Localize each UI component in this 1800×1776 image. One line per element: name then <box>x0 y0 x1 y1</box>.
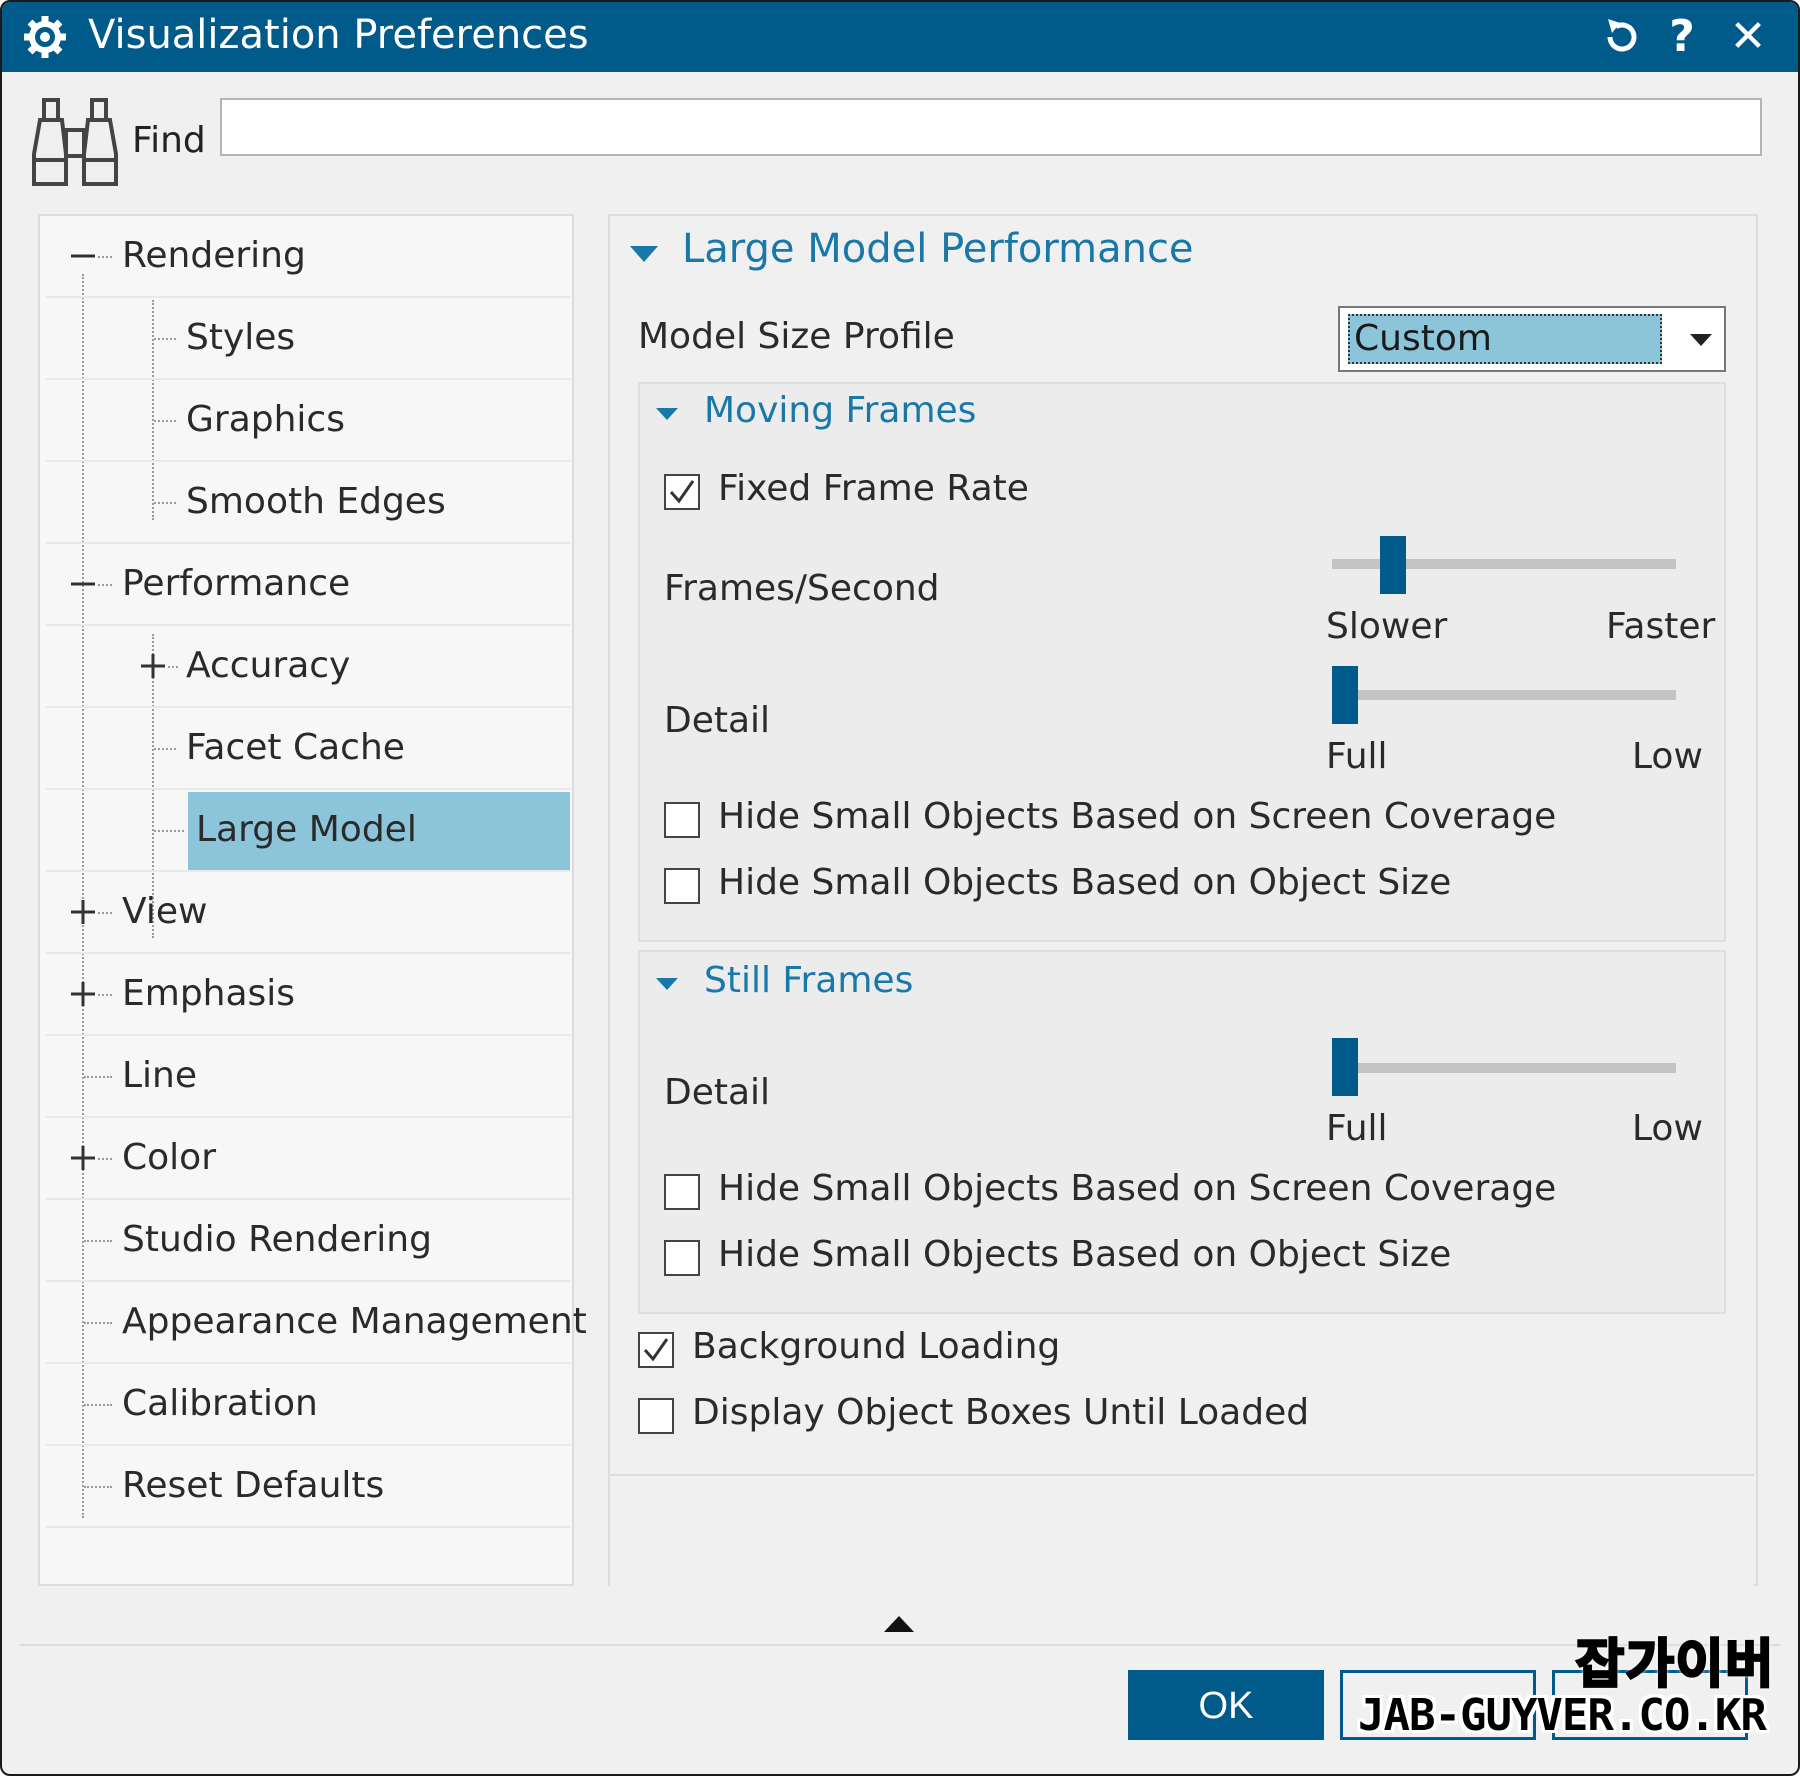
tree-label: Calibration <box>122 1383 318 1424</box>
tree-item-accuracy[interactable]: Accuracy <box>46 626 570 708</box>
checkmark-icon <box>669 480 695 504</box>
moving-hide-object-size-checkbox[interactable] <box>664 868 700 904</box>
help-button[interactable]: ? <box>1654 8 1710 66</box>
selected-value: Custom <box>1348 314 1662 364</box>
model-size-profile-label: Model Size Profile <box>638 316 955 357</box>
help-icon: ? <box>1669 11 1695 62</box>
visualization-preferences-dialog: Visualization Preferences ? ✕ Find Rende… <box>0 0 1800 1776</box>
close-icon: ✕ <box>1729 11 1767 62</box>
tree-label: Performance <box>122 563 351 604</box>
reset-icon <box>1607 19 1637 52</box>
tree-item-reset-defaults[interactable]: Reset Defaults <box>46 1446 570 1528</box>
section-collapse-icon[interactable] <box>630 246 658 262</box>
binoculars-icon <box>32 98 118 186</box>
expand-plus-icon[interactable] <box>70 899 96 925</box>
tree-label: View <box>122 891 208 932</box>
frames-per-second-slider-thumb[interactable] <box>1379 536 1406 594</box>
tree-item-rendering[interactable]: Rendering <box>46 216 570 298</box>
tree-item-view[interactable]: View <box>46 872 570 954</box>
tree-item-graphics[interactable]: Graphics <box>46 380 570 462</box>
slider-max-label: Faster <box>1606 606 1716 647</box>
footer-divider <box>20 1644 1780 1646</box>
tree-label: Appearance Management <box>122 1301 587 1342</box>
still-frames-title[interactable]: Still Frames <box>704 960 913 1001</box>
moving-detail-slider-track[interactable] <box>1332 690 1676 700</box>
expand-plus-icon[interactable] <box>70 981 96 1007</box>
moving-hide-screen-coverage-checkbox[interactable] <box>664 802 700 838</box>
moving-detail-slider-thumb[interactable] <box>1332 666 1358 724</box>
watermark-korean: 잡가이버 <box>1574 1634 1776 1697</box>
tree-item-calibration[interactable]: Calibration <box>46 1364 570 1446</box>
tree-item-performance[interactable]: Performance <box>46 544 570 626</box>
tree-label: Rendering <box>122 235 306 276</box>
moving-frames-title[interactable]: Moving Frames <box>704 390 976 431</box>
still-hide-screen-coverage-checkbox[interactable] <box>664 1174 700 1210</box>
tree-item-appearance-management[interactable]: Appearance Management <box>46 1282 587 1364</box>
tree-item-color[interactable]: Color <box>46 1118 570 1200</box>
still-detail-slider-thumb[interactable] <box>1332 1038 1358 1096</box>
chevron-down-icon <box>1690 334 1712 346</box>
checkmark-icon <box>643 1338 669 1362</box>
section-title-large-model-performance[interactable]: Large Model Performance <box>682 226 1194 272</box>
tree-item-studio-rendering[interactable]: Studio Rendering <box>46 1200 570 1282</box>
collapse-up-icon[interactable] <box>884 1616 914 1632</box>
tree-label: Color <box>122 1137 216 1178</box>
display-object-boxes-checkbox[interactable] <box>638 1398 674 1434</box>
tree-item-emphasis[interactable]: Emphasis <box>46 954 570 1036</box>
fixed-frame-rate-label: Fixed Frame Rate <box>718 468 1029 509</box>
find-label: Find <box>132 120 206 161</box>
model-size-profile-select[interactable]: Custom <box>1338 306 1726 372</box>
slider-max-label: Low <box>1632 736 1703 777</box>
tree-label: Studio Rendering <box>122 1219 432 1260</box>
slider-min-label: Slower <box>1326 606 1448 647</box>
still-hide-object-size-checkbox[interactable] <box>664 1240 700 1276</box>
expand-plus-icon[interactable] <box>140 653 166 679</box>
tree-item-facet-cache[interactable]: Facet Cache <box>46 708 570 790</box>
background-loading-checkbox[interactable] <box>638 1332 674 1368</box>
category-tree: Rendering Styles Graphics Smooth Edges P… <box>38 214 587 1586</box>
moving-hide-object-size-label: Hide Small Objects Based on Object Size <box>718 862 1452 903</box>
tree-label: Large Model <box>196 809 417 850</box>
tree-label: Styles <box>186 317 296 358</box>
tree-label: Emphasis <box>122 973 296 1014</box>
moving-frames-group <box>638 382 1726 942</box>
slider-min-label: Full <box>1326 1108 1388 1149</box>
still-hide-object-size-label: Hide Small Objects Based on Object Size <box>718 1234 1452 1275</box>
group-collapse-icon[interactable] <box>656 978 678 990</box>
tree-item-smooth-edges[interactable]: Smooth Edges <box>46 462 570 544</box>
tree-label: Smooth Edges <box>186 481 446 522</box>
slider-max-label: Low <box>1632 1108 1703 1149</box>
tree-label: Reset Defaults <box>122 1465 385 1506</box>
group-collapse-icon[interactable] <box>656 408 678 420</box>
gear-icon <box>24 16 66 58</box>
reset-button[interactable] <box>1594 8 1650 66</box>
window-title: Visualization Preferences <box>88 12 589 58</box>
collapse-minus-icon[interactable] <box>70 571 96 597</box>
still-hide-screen-coverage-label: Hide Small Objects Based on Screen Cover… <box>718 1168 1557 1209</box>
close-button[interactable]: ✕ <box>1720 8 1776 66</box>
tree-label: Graphics <box>186 399 345 440</box>
slider-min-label: Full <box>1326 736 1388 777</box>
frames-per-second-label: Frames/Second <box>664 568 940 609</box>
tree-label: Accuracy <box>186 645 351 686</box>
display-object-boxes-label: Display Object Boxes Until Loaded <box>692 1392 1310 1433</box>
collapse-minus-icon[interactable] <box>70 243 96 269</box>
still-detail-slider-track[interactable] <box>1332 1063 1676 1073</box>
moving-detail-label: Detail <box>664 700 771 741</box>
panel-empty-area <box>610 1474 1754 1586</box>
tree-item-line[interactable]: Line <box>46 1036 570 1118</box>
expand-plus-icon[interactable] <box>70 1145 96 1171</box>
tree-label: Line <box>122 1055 198 1096</box>
ok-button[interactable]: OK <box>1128 1670 1324 1740</box>
tree-item-styles[interactable]: Styles <box>46 298 570 380</box>
watermark-url: JAB-GUYVER.CO.KR <box>1358 1690 1767 1741</box>
tree-item-large-model[interactable]: Large Model <box>46 790 570 872</box>
moving-hide-screen-coverage-label: Hide Small Objects Based on Screen Cover… <box>718 796 1557 837</box>
fixed-frame-rate-checkbox[interactable] <box>664 474 700 510</box>
title-bar: Visualization Preferences ? ✕ <box>2 2 1798 72</box>
find-input[interactable] <box>220 98 1762 156</box>
still-detail-label: Detail <box>664 1072 771 1113</box>
background-loading-label: Background Loading <box>692 1326 1061 1367</box>
tree-label: Facet Cache <box>186 727 405 768</box>
